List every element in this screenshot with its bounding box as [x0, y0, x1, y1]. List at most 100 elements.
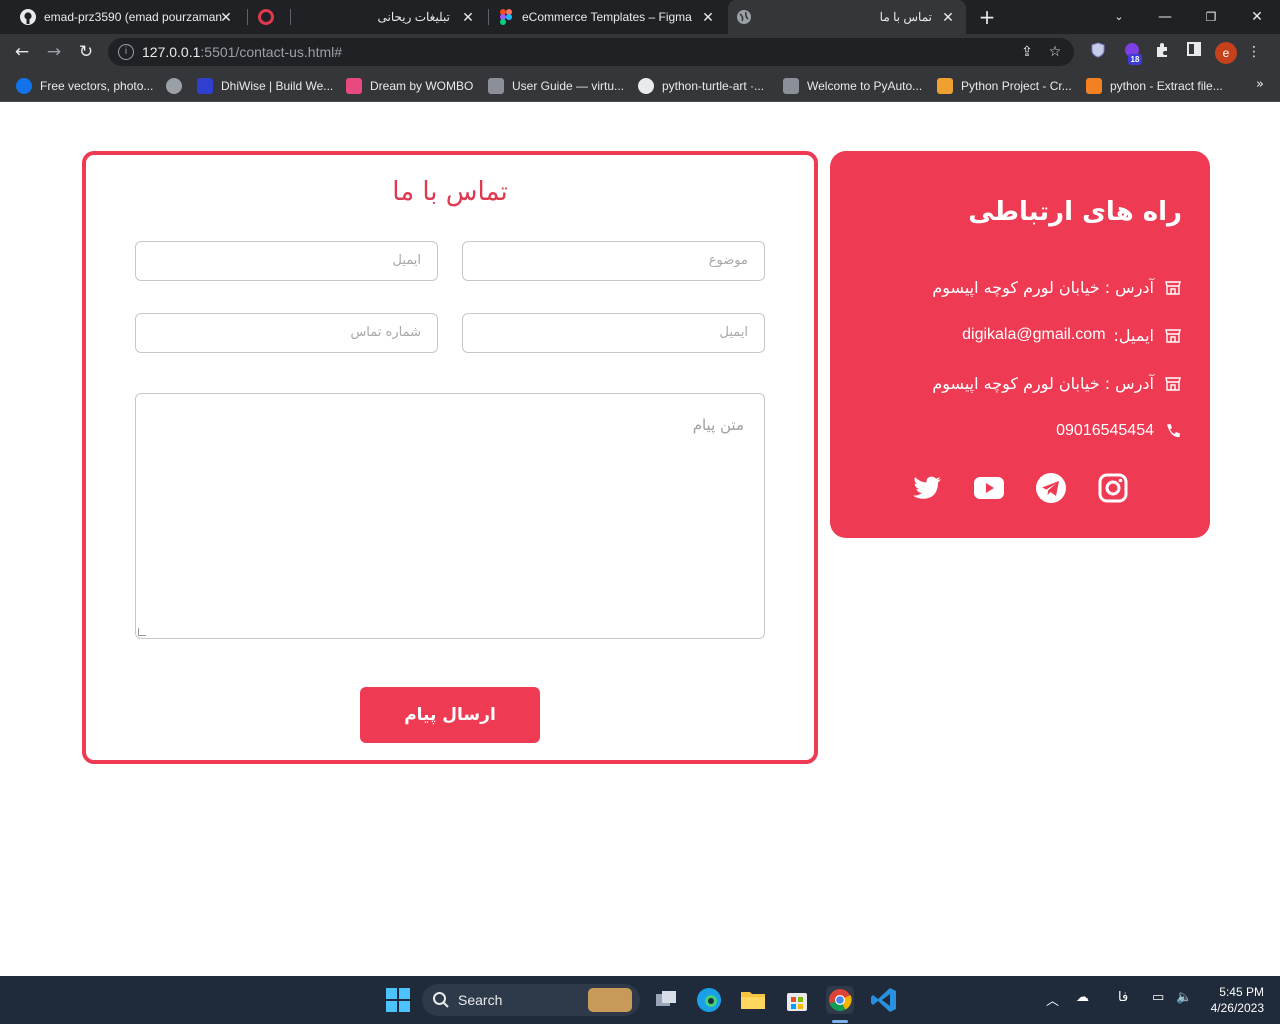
forward-button[interactable]: → [42, 40, 66, 64]
phone-input[interactable]: شماره تماس [135, 313, 438, 353]
email-row: ایمیل: digikala@gmail.com [962, 323, 1182, 347]
onedrive-status-icon[interactable]: ☁ [1076, 990, 1089, 1005]
python-project-icon [937, 78, 953, 94]
resize-handle[interactable] [138, 628, 146, 636]
bookmark-item[interactable]: User Guide — virtu... [488, 76, 624, 96]
phone-icon [1164, 422, 1182, 440]
chrome-icon[interactable] [826, 986, 854, 1014]
phone-placeholder: شماره تماس [350, 325, 421, 340]
tab-title: emad-prz3590 (emad pourzamani) [44, 10, 222, 24]
menu-kebab-icon[interactable]: ⋮ [1244, 42, 1264, 62]
form-title: تماس با ما [392, 177, 508, 207]
close-tab-icon[interactable]: ✕ [218, 9, 234, 25]
side-panel-icon[interactable] [1184, 42, 1204, 62]
task-view-icon[interactable] [652, 986, 680, 1014]
more-bookmarks-icon[interactable]: » [1256, 77, 1264, 92]
store-icon [1164, 278, 1182, 296]
email-placeholder: ایمیل [392, 253, 421, 268]
address-text: آدرس : خیابان لورم کوچه اپیسوم [932, 373, 1154, 393]
taskbar-search[interactable]: Search [422, 984, 640, 1016]
close-window-button[interactable]: ✕ [1246, 6, 1268, 28]
close-tab-icon[interactable]: ✕ [700, 9, 716, 25]
reload-button[interactable]: ↻ [74, 40, 98, 64]
search-icon [432, 991, 450, 1009]
tab-github[interactable]: emad-prz3590 (emad pourzamani) ✕ [12, 0, 244, 34]
language-indicator[interactable]: فا [1118, 990, 1128, 1005]
bookmark-item[interactable]: Welcome to PyAuto... [783, 76, 922, 96]
bookmark-item[interactable] [166, 76, 190, 96]
contact-form-card: تماس با ما موضوع ایمیل ایمیل شماره تماس … [82, 151, 818, 764]
opera-icon [258, 9, 274, 25]
bookmark-item[interactable]: Python Project - Cr... [937, 76, 1072, 96]
tab-title: تماس با ما [879, 10, 932, 24]
instagram-icon[interactable] [1096, 471, 1130, 505]
new-tab-button[interactable]: + [976, 6, 998, 28]
message-textarea[interactable]: متن پیام [135, 393, 765, 639]
browser-toolbar: ← → ↻ i 127.0.0.1:5501/contact-us.html# … [0, 34, 1280, 70]
email-label: ایمیل: [1113, 325, 1154, 345]
telegram-icon[interactable] [1034, 471, 1068, 505]
close-tab-icon[interactable]: ✕ [460, 9, 476, 25]
bookmark-item[interactable]: python-turtle-art ·... [638, 76, 764, 96]
site-info-icon[interactable]: i [118, 44, 134, 60]
send-message-button[interactable]: ارسال پیام [360, 687, 540, 743]
tab-reyhani[interactable]: تبلیغات ریحانی ✕ [296, 0, 486, 34]
email-input-2[interactable]: ایمیل [462, 313, 765, 353]
bookmark-item[interactable]: Dream by WOMBO [346, 76, 473, 96]
message-placeholder: متن پیام [692, 416, 744, 434]
back-button[interactable]: ← [10, 40, 34, 64]
share-icon[interactable]: ⇪ [1018, 43, 1036, 61]
file-explorer-icon[interactable] [739, 986, 767, 1014]
address-row: آدرس : خیابان لورم کوچه اپیسوم [932, 371, 1182, 395]
bookmark-item[interactable]: Free vectors, photo... [16, 76, 153, 96]
shield-extension-icon[interactable] [1088, 42, 1108, 62]
puzzle-extensions-icon[interactable] [1152, 42, 1172, 62]
github-icon [20, 9, 36, 25]
bookmark-item[interactable]: python - Extract file... [1086, 76, 1223, 96]
figma-icon [498, 9, 514, 25]
profile-avatar[interactable]: e [1215, 42, 1237, 64]
subject-placeholder: موضوع [708, 253, 748, 268]
contact-info-card: راه های ارتباطی آدرس : خیابان لورم کوچه … [830, 151, 1210, 538]
address-bar[interactable]: i 127.0.0.1:5501/contact-us.html# ⇪ ☆ [108, 38, 1074, 66]
bookmark-item[interactable]: DhiWise | Build We... [197, 76, 333, 96]
tray-overflow-chevron-icon[interactable]: ︿ [1046, 990, 1059, 1009]
contact-title: راه های ارتباطی [968, 197, 1182, 227]
windows-start-icon[interactable] [384, 986, 412, 1014]
subject-input[interactable]: موضوع [462, 241, 765, 281]
microsoft-store-icon[interactable] [783, 986, 811, 1014]
windows-taskbar: Search ︿ ☁ فا ▭ 🔈 5:45 PM 4/26/2023 [0, 976, 1280, 1024]
extension-badge: 18 [1128, 54, 1142, 65]
store-icon [1164, 326, 1182, 344]
tab-title: تبلیغات ریحانی [377, 10, 450, 24]
youtube-icon[interactable] [972, 471, 1006, 505]
tab-figma[interactable]: eCommerce Templates – Figma ✕ [490, 0, 726, 34]
email-text: digikala@gmail.com [962, 326, 1106, 343]
github-icon [638, 78, 654, 94]
tab-opera[interactable] [252, 0, 292, 34]
stackoverflow-icon [1086, 78, 1102, 94]
volume-icon[interactable]: 🔈 [1176, 990, 1192, 1005]
tab-contact-us[interactable]: تماس با ما ✕ [728, 0, 966, 34]
globe-icon [166, 78, 182, 94]
store-icon [1164, 374, 1182, 392]
bookmarks-bar: Free vectors, photo... DhiWise | Build W… [0, 70, 1280, 102]
vscode-icon[interactable] [870, 986, 898, 1014]
close-tab-icon[interactable]: ✕ [940, 9, 956, 25]
restore-button[interactable]: ❐ [1200, 6, 1222, 28]
freepik-icon [16, 78, 32, 94]
minimize-button[interactable]: — [1154, 6, 1176, 28]
taskbar-clock[interactable]: 5:45 PM 4/26/2023 [1211, 984, 1264, 1016]
network-icon[interactable]: ▭ [1152, 990, 1164, 1005]
tab-separator [488, 9, 489, 25]
tab-separator [247, 9, 248, 25]
bookmark-star-icon[interactable]: ☆ [1046, 43, 1064, 61]
twitter-icon[interactable] [910, 471, 944, 505]
address-text: آدرس : خیابان لورم کوچه اپیسوم [932, 277, 1154, 297]
tab-search-chevron-icon[interactable]: ⌄ [1108, 6, 1130, 28]
search-highlight-icon [588, 988, 632, 1012]
tab-separator [290, 9, 291, 25]
email-input[interactable]: ایمیل [135, 241, 438, 281]
globe-icon [736, 9, 752, 25]
edge-icon[interactable] [695, 986, 723, 1014]
